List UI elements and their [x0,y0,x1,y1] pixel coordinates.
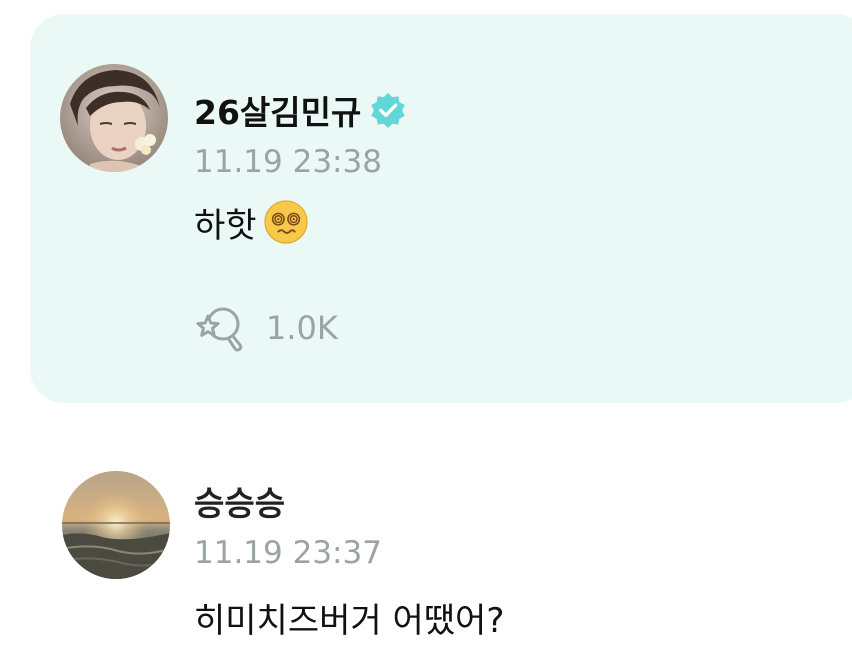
comment-message: 히미치즈버거 어땠어? [194,591,504,643]
comment-message-text: 히미치즈버거 어땠어? [194,600,505,641]
dizzy-face-emoji-icon [263,200,308,244]
verified-badge-icon [371,92,406,129]
fan-name: 승승승 [194,484,286,523]
reaction-button[interactable]: 1.0K [194,302,338,354]
post-timestamp: 11.19 23:38 [194,144,382,180]
fan-avatar-image [62,471,170,579]
chat-page: 26살김민규 11.19 23:38 하핫 1.0K 승승승 11.19 23:… [0,0,852,662]
comment-timestamp: 11.19 23:37 [194,535,382,571]
post-message: 하핫 [194,196,309,248]
artist-avatar-image [60,64,168,172]
reaction-count: 1.0K [266,309,338,347]
artist-name: 26살김민규 [194,93,362,132]
artist-name-row: 26살김민규 [194,88,407,132]
artist-post-card: 26살김민규 11.19 23:38 하핫 1.0K [30,14,852,403]
artist-avatar[interactable] [60,64,168,172]
fan-comment: 승승승 11.19 23:37 히미치즈버거 어땠어? [0,403,852,662]
star-lightstick-icon [196,307,243,352]
fan-avatar[interactable] [62,471,170,579]
post-message-text: 하핫 [194,205,257,246]
